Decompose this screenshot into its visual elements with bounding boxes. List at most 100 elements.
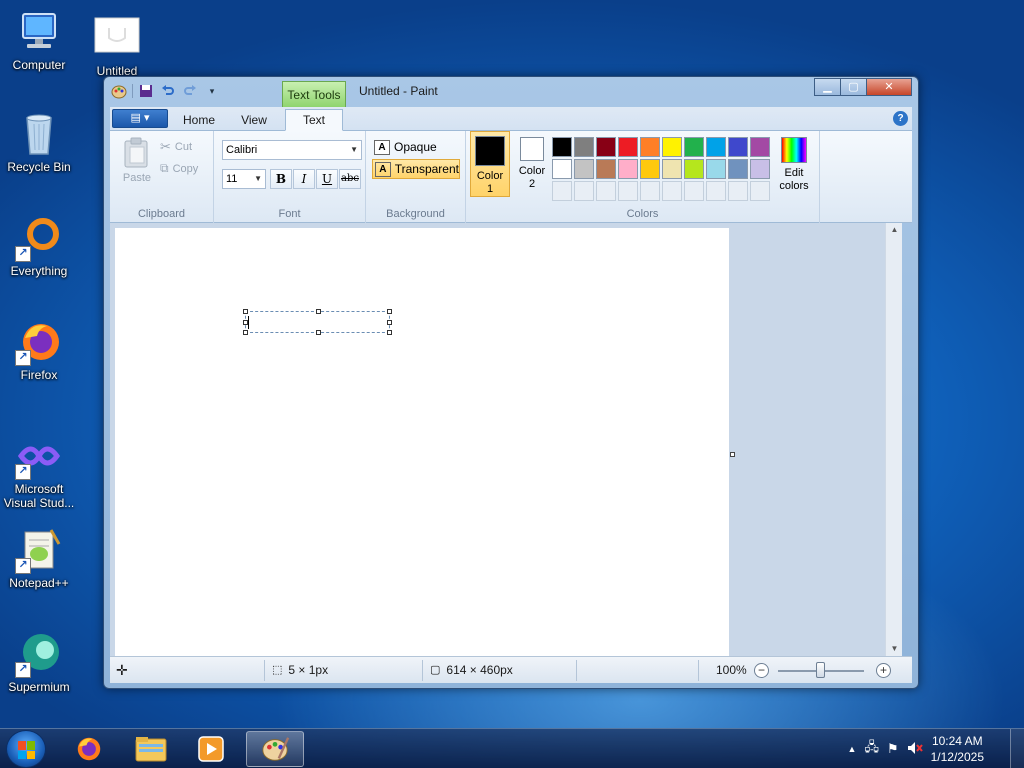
palette-swatch[interactable] <box>728 159 748 179</box>
palette-swatch[interactable] <box>728 137 748 157</box>
taskbar-file-explorer[interactable] <box>124 731 178 767</box>
minimize-button[interactable]: ▁ <box>814 78 841 96</box>
color-2-button[interactable]: Color 2 <box>512 131 552 197</box>
palette-swatch[interactable] <box>640 159 660 179</box>
palette-swatch[interactable] <box>552 159 572 179</box>
shortcut-arrow-icon: ↗ <box>15 464 31 480</box>
underline-button[interactable]: U <box>316 169 338 189</box>
opaque-label: Opaque <box>394 140 437 154</box>
resize-handle[interactable] <box>316 330 321 335</box>
start-button[interactable] <box>6 730 46 768</box>
tab-view[interactable]: View <box>230 110 278 131</box>
edit-colors-icon <box>781 137 807 163</box>
tab-home[interactable]: Home <box>168 110 230 131</box>
text-box[interactable] <box>243 309 392 335</box>
custom-color-slot[interactable] <box>750 181 770 201</box>
palette-swatch[interactable] <box>618 159 638 179</box>
palette-swatch[interactable] <box>662 137 682 157</box>
show-hidden-icons-icon[interactable]: ▲ <box>848 744 857 754</box>
paste-button[interactable]: Paste <box>118 137 156 184</box>
italic-button[interactable]: I <box>293 169 315 189</box>
action-center-flag-icon[interactable]: ⚑ <box>887 741 899 757</box>
palette-swatch[interactable] <box>596 137 616 157</box>
zoom-in-button[interactable]: + <box>876 663 891 678</box>
strikethrough-button[interactable]: abc <box>339 169 361 189</box>
undo-icon[interactable] <box>159 82 177 100</box>
drawing-canvas[interactable] <box>115 228 729 660</box>
customize-qat-icon[interactable]: ▾ <box>203 82 221 100</box>
resize-handle[interactable] <box>387 330 392 335</box>
redo-icon[interactable] <box>181 82 199 100</box>
desktop-icon-visual-studio[interactable]: ↗ Microsoft Visual Stud... <box>0 432 78 510</box>
custom-color-slot[interactable] <box>662 181 682 201</box>
tab-text[interactable]: Text <box>285 109 343 131</box>
palette-swatch[interactable] <box>750 159 770 179</box>
custom-color-slot[interactable] <box>574 181 594 201</box>
zoom-level: 100% <box>716 663 747 677</box>
taskbar-firefox[interactable] <box>62 731 116 767</box>
resize-handle[interactable] <box>316 309 321 314</box>
vertical-scrollbar[interactable]: ▲ ▼ <box>885 223 902 656</box>
bold-button[interactable]: B <box>270 169 292 189</box>
palette-swatch[interactable] <box>684 137 704 157</box>
title-bar[interactable]: ▾ Text Tools Untitled - Paint ▁ ▢ ✕ <box>104 77 918 107</box>
shortcut-arrow-icon: ↗ <box>15 246 31 262</box>
desktop-icon-firefox[interactable]: ↗ Firefox <box>0 318 78 382</box>
custom-color-slot[interactable] <box>618 181 638 201</box>
edit-colors-button[interactable]: Edit colors <box>772 137 816 193</box>
palette-swatch[interactable] <box>552 137 572 157</box>
palette-swatch[interactable] <box>640 137 660 157</box>
desktop-icon-notepad-plus-plus[interactable]: ↗ Notepad++ <box>0 526 78 590</box>
close-button[interactable]: ✕ <box>866 78 912 96</box>
palette-swatch[interactable] <box>684 159 704 179</box>
custom-color-slot[interactable] <box>552 181 572 201</box>
font-family-dropdown[interactable]: Calibri ▼ <box>222 140 362 160</box>
paint-app-icon[interactable] <box>110 82 128 100</box>
canvas-resize-handle[interactable] <box>730 452 735 457</box>
desktop-icon-supermium[interactable]: ↗ Supermium <box>0 630 78 694</box>
zoom-out-button[interactable]: − <box>754 663 769 678</box>
custom-color-slot[interactable] <box>640 181 660 201</box>
palette-swatch[interactable] <box>750 137 770 157</box>
scroll-up-arrow-icon[interactable]: ▲ <box>886 223 903 237</box>
color-1-button[interactable]: Color 1 <box>470 131 510 197</box>
network-icon[interactable]: 🖧 <box>864 738 879 760</box>
clock[interactable]: 10:24 AM 1/12/2025 <box>931 733 984 765</box>
custom-color-slot[interactable] <box>684 181 704 201</box>
save-icon[interactable] <box>137 82 155 100</box>
copy-button[interactable]: ⧉ Copy <box>160 161 198 176</box>
show-desktop-button[interactable] <box>1010 729 1024 768</box>
custom-color-slot[interactable] <box>706 181 726 201</box>
taskbar-media-player[interactable] <box>184 731 238 767</box>
desktop-icon-computer[interactable]: Computer <box>0 8 78 72</box>
palette-swatch[interactable] <box>618 137 638 157</box>
volume-muted-icon[interactable] <box>907 741 923 758</box>
resize-handle[interactable] <box>243 330 248 335</box>
palette-swatch[interactable] <box>706 137 726 157</box>
custom-color-slot[interactable] <box>596 181 616 201</box>
desktop-icon-everything[interactable]: ↗ Everything <box>0 214 78 278</box>
palette-swatch[interactable] <box>662 159 682 179</box>
scroll-down-arrow-icon[interactable]: ▼ <box>886 642 903 656</box>
custom-color-slot[interactable] <box>728 181 748 201</box>
palette-swatch[interactable] <box>574 159 594 179</box>
resize-handle[interactable] <box>387 320 392 325</box>
paint-menu-button[interactable]: ▤ ▾ <box>112 109 168 128</box>
palette-swatch[interactable] <box>706 159 726 179</box>
opaque-button[interactable]: A Opaque <box>372 137 460 157</box>
transparent-button[interactable]: A Transparent <box>372 159 460 179</box>
desktop-icon-untitled[interactable]: Untitled <box>78 14 156 78</box>
resize-handle[interactable] <box>243 320 248 325</box>
resize-handle[interactable] <box>243 309 248 314</box>
taskbar-paint[interactable] <box>246 731 304 767</box>
cut-button[interactable]: ✂ Cut <box>160 139 192 155</box>
font-size-dropdown[interactable]: 11 ▼ <box>222 169 266 189</box>
palette-swatch[interactable] <box>574 137 594 157</box>
help-icon[interactable]: ? <box>893 111 908 126</box>
resize-handle[interactable] <box>387 309 392 314</box>
desktop-icon-recycle-bin[interactable]: Recycle Bin <box>0 110 78 174</box>
maximize-button[interactable]: ▢ <box>840 78 867 96</box>
palette-swatch[interactable] <box>596 159 616 179</box>
background-group-label: Background <box>386 208 445 220</box>
zoom-slider-thumb[interactable] <box>816 662 825 678</box>
